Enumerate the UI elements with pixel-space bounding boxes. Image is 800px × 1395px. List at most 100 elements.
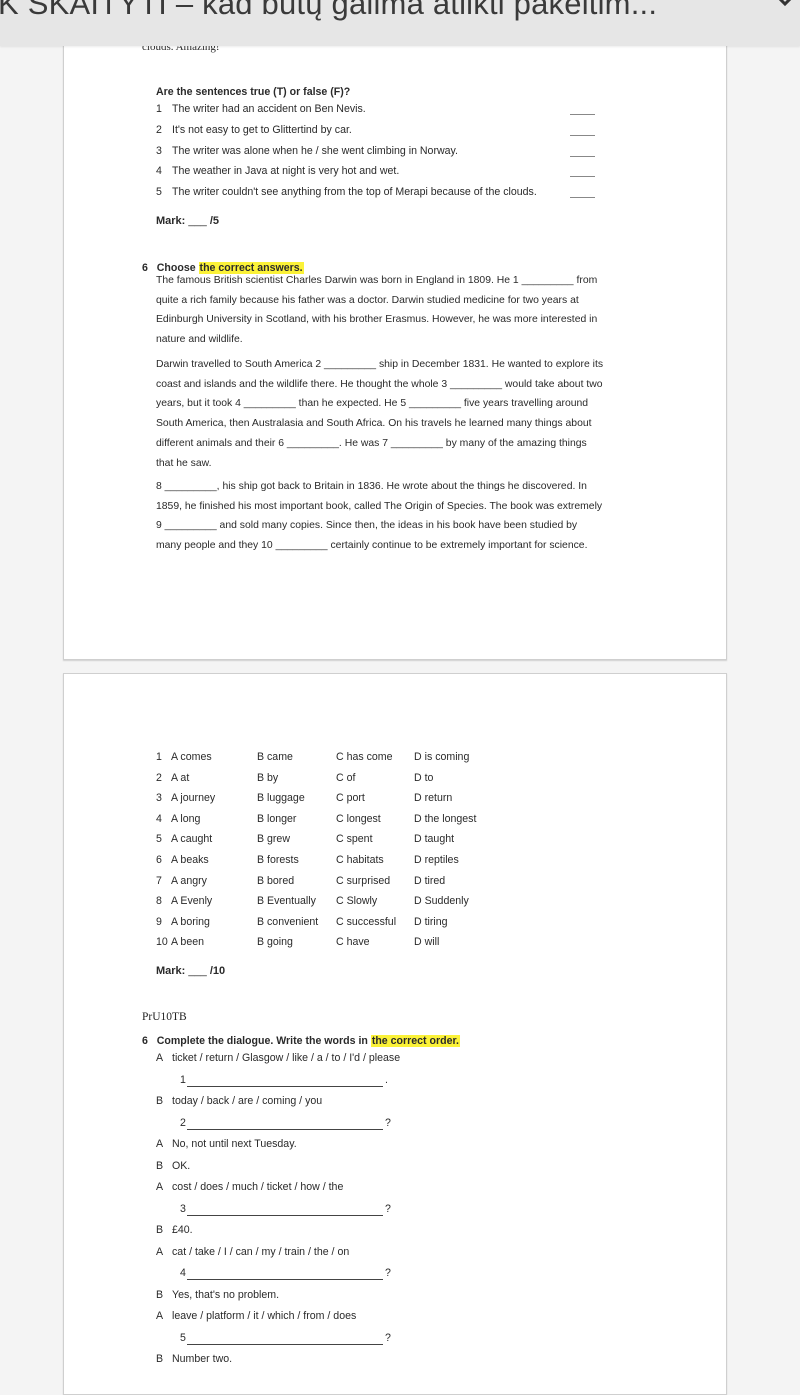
option-b[interactable]: B going bbox=[257, 936, 293, 948]
dialogue-speaker: A bbox=[156, 1138, 164, 1150]
dialogue-text: leave / platform / it / which / from / d… bbox=[172, 1310, 357, 1322]
answer-end-punctuation: ? bbox=[385, 1331, 391, 1344]
paragraph-line: 9 _________ and sold many copies. Since … bbox=[156, 520, 578, 532]
option-row: 2 A at B by C of D to bbox=[64, 772, 664, 788]
option-a[interactable]: A journey bbox=[171, 792, 215, 804]
option-c[interactable]: C habitats bbox=[336, 854, 384, 866]
answer-line[interactable] bbox=[187, 1214, 383, 1216]
option-c[interactable]: C Slowly bbox=[336, 895, 377, 907]
exercise-6-heading: 6 Choose the correct answers. bbox=[142, 262, 304, 274]
option-d[interactable]: D will bbox=[414, 936, 439, 948]
dialogue-speaker: B bbox=[156, 1288, 164, 1301]
option-a[interactable]: A beaks bbox=[171, 854, 209, 866]
option-a[interactable]: A been bbox=[171, 936, 204, 948]
answer-line[interactable] bbox=[187, 1343, 383, 1345]
dialogue-speaker: A bbox=[156, 1181, 164, 1193]
dialogue-speaker: A bbox=[156, 1245, 164, 1258]
option-b[interactable]: B by bbox=[257, 772, 278, 784]
dialogue-text: cost / does / much / ticket / how / the bbox=[172, 1181, 344, 1193]
option-c[interactable]: C longest bbox=[336, 813, 381, 825]
option-c[interactable]: C port bbox=[336, 792, 365, 804]
option-d[interactable]: D tired bbox=[414, 875, 445, 887]
answer-end-punctuation: ? bbox=[385, 1202, 391, 1215]
option-d[interactable]: D reptiles bbox=[414, 854, 459, 866]
option-a[interactable]: A boring bbox=[171, 916, 210, 928]
option-row: 3 A journey B luggage C port D return bbox=[64, 792, 664, 808]
answer-line[interactable] bbox=[187, 1278, 383, 1280]
tf-heading: Are the sentences true (T) or false (F)? bbox=[156, 86, 351, 98]
option-row: 6 A beaks B forests C habitats D reptiles bbox=[64, 854, 664, 870]
page-code: PrU10TB bbox=[142, 1011, 187, 1023]
option-d[interactable]: D Suddenly bbox=[414, 895, 469, 907]
option-b[interactable]: B came bbox=[257, 751, 293, 763]
option-a[interactable]: A Evenly bbox=[171, 895, 212, 907]
tf-item-text: The writer couldn't see anything from th… bbox=[172, 186, 537, 198]
option-row: 5 A caught B grew C spent D taught bbox=[64, 833, 664, 849]
option-c[interactable]: C has come bbox=[336, 751, 393, 763]
paragraph-line: The famous British scientist Charles Dar… bbox=[156, 275, 598, 286]
option-c[interactable]: C successful bbox=[336, 916, 396, 928]
answer-number: 5 bbox=[180, 1331, 186, 1344]
option-a[interactable]: A angry bbox=[171, 875, 207, 887]
dialogue-speaker: B bbox=[156, 1353, 164, 1365]
answer-number: 2 bbox=[180, 1116, 186, 1129]
dialogue-text: Number two. bbox=[172, 1353, 233, 1365]
answer-end-punctuation: . bbox=[385, 1073, 388, 1086]
mark-total: /5 bbox=[209, 215, 220, 227]
option-a[interactable]: A comes bbox=[171, 751, 212, 763]
option-d[interactable]: D taught bbox=[414, 833, 454, 845]
option-b[interactable]: B Eventually bbox=[257, 895, 316, 907]
tf-answer-blank[interactable] bbox=[570, 196, 595, 198]
answer-end-punctuation: ? bbox=[385, 1116, 391, 1129]
mark-line-2: Mark: ___ /10 bbox=[156, 965, 225, 977]
tf-answer-blank[interactable] bbox=[570, 175, 595, 177]
answer-line[interactable] bbox=[187, 1128, 383, 1130]
option-number: 6 bbox=[156, 854, 162, 866]
option-b[interactable]: B luggage bbox=[257, 792, 305, 804]
tf-answer-blank[interactable] bbox=[570, 134, 595, 136]
option-b[interactable]: B bored bbox=[257, 875, 294, 887]
dialogue-text: cat / take / I / can / my / train / the … bbox=[172, 1245, 350, 1258]
dialogue-text: OK. bbox=[172, 1159, 191, 1172]
chevron-down-icon[interactable] bbox=[772, 0, 798, 10]
option-d[interactable]: D tiring bbox=[414, 916, 448, 928]
option-d[interactable]: D to bbox=[414, 772, 433, 784]
dialogue-text: £40. bbox=[172, 1224, 193, 1236]
dialogue-speaker: A bbox=[156, 1310, 164, 1322]
paragraph-line: quite a rich family because his father w… bbox=[156, 294, 579, 306]
option-row: 8 A Evenly B Eventually C Slowly D Suddenly bbox=[64, 895, 664, 911]
highlighted-text: the correct order. bbox=[370, 1035, 460, 1047]
tf-answer-blank[interactable] bbox=[570, 155, 595, 157]
paragraph-line: 8 _________, his ship got back to Britai… bbox=[156, 481, 587, 492]
paragraph-line: different animals and their 6 _________.… bbox=[156, 437, 587, 449]
option-number: 10 bbox=[156, 936, 168, 949]
option-b[interactable]: B forests bbox=[257, 854, 299, 866]
option-a[interactable]: A at bbox=[171, 772, 189, 784]
dialogue-text: ticket / return / Glasgow / like / a / t… bbox=[172, 1052, 401, 1064]
option-c[interactable]: C of bbox=[336, 772, 355, 784]
option-c[interactable]: C spent bbox=[336, 833, 373, 845]
paragraph-line: coast and islands and the wildlife there… bbox=[156, 378, 603, 390]
dialogue-speaker: B bbox=[156, 1095, 164, 1107]
option-b[interactable]: B convenient bbox=[257, 916, 318, 928]
option-a[interactable]: A long bbox=[171, 813, 200, 825]
paragraph-line: South America, then Australasia and Sout… bbox=[156, 418, 592, 430]
option-a[interactable]: A caught bbox=[171, 833, 212, 845]
document-title: K SKAITYTI – kad būtų galima atlikti pak… bbox=[0, 0, 658, 21]
answer-line[interactable] bbox=[187, 1085, 383, 1087]
mark-label: Mark: bbox=[156, 215, 186, 227]
option-b[interactable]: B longer bbox=[257, 813, 296, 825]
option-d[interactable]: D the longest bbox=[414, 813, 476, 825]
option-d[interactable]: D is coming bbox=[414, 751, 469, 763]
tf-answer-blank[interactable] bbox=[570, 113, 595, 115]
paragraph-line: that he saw. bbox=[156, 457, 212, 469]
option-b[interactable]: B grew bbox=[257, 833, 290, 845]
tf-item-number: 3 bbox=[156, 145, 162, 157]
tf-item-text: The weather in Java at night is very hot… bbox=[172, 165, 400, 177]
option-c[interactable]: C surprised bbox=[336, 875, 390, 887]
document-title-bar: K SKAITYTI – kad būtų galima atlikti pak… bbox=[0, 0, 800, 46]
option-c[interactable]: C have bbox=[336, 936, 370, 948]
option-d[interactable]: D return bbox=[414, 792, 452, 804]
document-page-1: clouds. Amazing! Are the sentences true … bbox=[63, 10, 727, 660]
mark-blank: ___ bbox=[188, 965, 207, 977]
